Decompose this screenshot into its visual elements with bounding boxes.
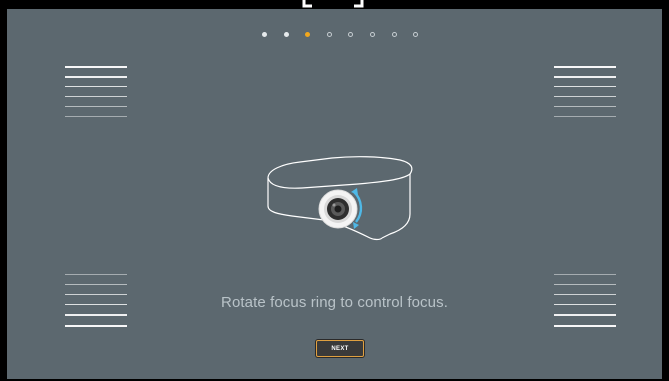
- step-dot-4: [327, 32, 332, 37]
- step-dot-2: [284, 32, 289, 37]
- projector-focus-ring-icon: [267, 156, 413, 241]
- step-dot-8: [413, 32, 418, 37]
- step-dot-3: [305, 32, 310, 37]
- top-bracket-marker: [302, 0, 364, 8]
- focus-pattern-top-right: [554, 66, 616, 118]
- next-button[interactable]: NEXT: [316, 340, 364, 357]
- step-dot-6: [370, 32, 375, 37]
- step-dot-5: [348, 32, 353, 37]
- step-dot-1: [262, 32, 267, 37]
- focus-pattern-top-left: [65, 66, 127, 118]
- step-dot-7: [392, 32, 397, 37]
- instruction-text: Rotate focus ring to control focus.: [221, 294, 448, 311]
- step-indicator: [0, 32, 669, 42]
